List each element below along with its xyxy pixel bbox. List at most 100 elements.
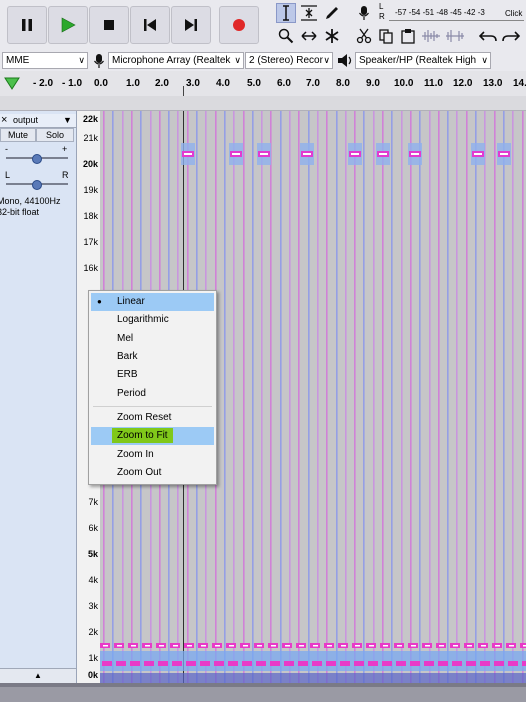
meter-click-hint[interactable]: Click [505,9,522,18]
recording-channels-select[interactable]: 2 (Stereo) Recor ∨ [245,52,333,69]
ruler-tick-label: 5.0 [247,78,261,89]
radio-check-icon: ● [97,297,102,306]
frequency-label: 3k [88,601,98,611]
meter-scale: -57 -54 -51 -48 -45 -42 -3 [395,8,485,17]
transport-toolbar: L R -57 -54 -51 -48 -45 -42 -3 Click [0,0,526,51]
envelope-tool[interactable] [299,3,319,23]
microphone-icon [359,6,369,20]
menu-item-label: Period [117,387,146,399]
menu-item-zoom-out[interactable]: Zoom Out [91,464,214,482]
ruler-tick-label: - 1.0 [62,78,83,89]
mute-button[interactable]: Mute [0,128,36,142]
device-toolbar: MME ∨ Microphone Array (Realtek ∨ 2 (Stere… [0,50,526,72]
multi-tool[interactable] [322,26,342,46]
redo-icon [502,31,520,42]
draw-tool[interactable] [322,3,342,23]
track-close-icon[interactable]: × [1,114,7,126]
recording-channels-value: 2 (Stereo) Recor [249,55,323,66]
record-meter-mic[interactable] [354,3,374,23]
chevron-down-icon: ∨ [323,55,330,65]
ruler-tick-label: 14. [513,78,526,89]
menu-item-label: Logarithmic [117,314,169,326]
recording-meter[interactable]: L R -57 -54 -51 -48 -45 -42 -3 Click [377,2,526,26]
undo-button[interactable] [478,26,498,46]
ruler-tick-label: 8.0 [336,78,350,89]
copy-button[interactable] [376,26,396,46]
paste-icon [401,29,415,44]
trim-icon [422,30,440,42]
menu-item-linear[interactable]: ● Linear [91,293,214,311]
cut-button[interactable] [354,26,374,46]
chevron-down-icon: ∨ [481,55,488,65]
meter-left-label: L [379,2,384,11]
menu-item-erb[interactable]: ERB [91,366,214,384]
playback-device-value: Speaker/HP (Realtek High [359,55,477,66]
menu-item-mel[interactable]: Mel [91,330,214,348]
collapse-track-button[interactable]: ▲ [0,668,76,683]
frequency-label: 16k [83,263,98,273]
menu-item-zoom-to-fit[interactable]: Zoom to Fit [91,427,214,446]
menu-item-label: Bark [117,350,138,362]
asterisk-icon [325,29,339,43]
ruler-tick-label: 7.0 [306,78,320,89]
ruler-tick-label: 0.0 [94,78,108,89]
pencil-icon [326,7,338,19]
skip-to-start-button[interactable] [130,6,170,44]
gain-slider-thumb[interactable] [32,154,42,164]
menu-item-zoom-reset[interactable]: Zoom Reset [91,409,214,427]
record-button[interactable] [219,6,259,44]
menu-item-label: Zoom In [117,448,154,460]
ruler-tick-label: 6.0 [277,78,291,89]
play-icon [61,17,76,33]
ruler-tick-label: 2.0 [155,78,169,89]
gain-minus-label: - [5,144,8,154]
ruler-tick-label: 11.0 [424,78,443,89]
menu-item-period[interactable]: Period [91,385,214,403]
pause-icon [22,19,32,31]
play-head-marker-icon[interactable] [4,76,20,90]
zoom-tool[interactable] [276,26,296,46]
track-menu-dropdown-icon[interactable]: ▼ [63,114,72,126]
horizontal-scrollbar[interactable] [0,683,526,702]
recording-device-select[interactable]: Microphone Array (Realtek ∨ [108,52,244,69]
stop-button[interactable] [89,6,129,44]
menu-item-bark[interactable]: Bark [91,348,214,366]
scissors-icon [356,28,372,44]
track-name[interactable]: output [13,114,38,126]
envelope-icon [301,5,317,21]
pan-right-label: R [62,170,69,180]
solo-button[interactable]: Solo [36,128,74,142]
timeline-ruler[interactable]: - 2.0 - 1.0 0.0 1.0 2.0 3.0 4.0 5.0 6.0 7.0 8.0 9.0… [0,71,526,97]
pan-slider-thumb[interactable] [32,180,42,190]
silence-audio-button[interactable] [445,26,465,46]
record-icon [233,19,245,31]
ruler-tick-label: 9.0 [366,78,380,89]
double-arrow-icon [301,31,317,41]
pan-left-label: L [5,170,11,180]
chevron-down-icon: ∨ [78,55,85,65]
selection-tool[interactable] [276,3,296,23]
frequency-label: 1k [88,653,98,663]
frequency-label: 7k [88,497,98,507]
magnifier-icon [278,28,294,44]
skip-to-end-button[interactable] [171,6,211,44]
paste-button[interactable] [398,26,418,46]
menu-item-logarithmic[interactable]: Logarithmic [91,311,214,329]
trim-audio-button[interactable] [421,26,441,46]
ruler-spacer [0,96,526,111]
audio-host-select[interactable]: MME ∨ [2,52,88,69]
frequency-label: 2k [88,627,98,637]
stop-icon [104,20,114,30]
play-button[interactable] [48,6,88,44]
gain-plus-label: + [62,144,68,154]
pause-button[interactable] [7,6,47,44]
recording-device-value: Microphone Array (Realtek [112,55,231,66]
menu-item-label: Zoom Reset [117,412,172,423]
speaker-icon [338,54,352,67]
frequency-label: 21k [83,133,98,143]
playback-device-select[interactable]: Speaker/HP (Realtek High ∨ [355,52,491,69]
menu-item-zoom-in[interactable]: Zoom In [91,446,214,464]
track-bit-depth-info: 32-bit float [0,207,40,217]
time-shift-tool[interactable] [299,26,319,46]
redo-button[interactable] [501,26,521,46]
